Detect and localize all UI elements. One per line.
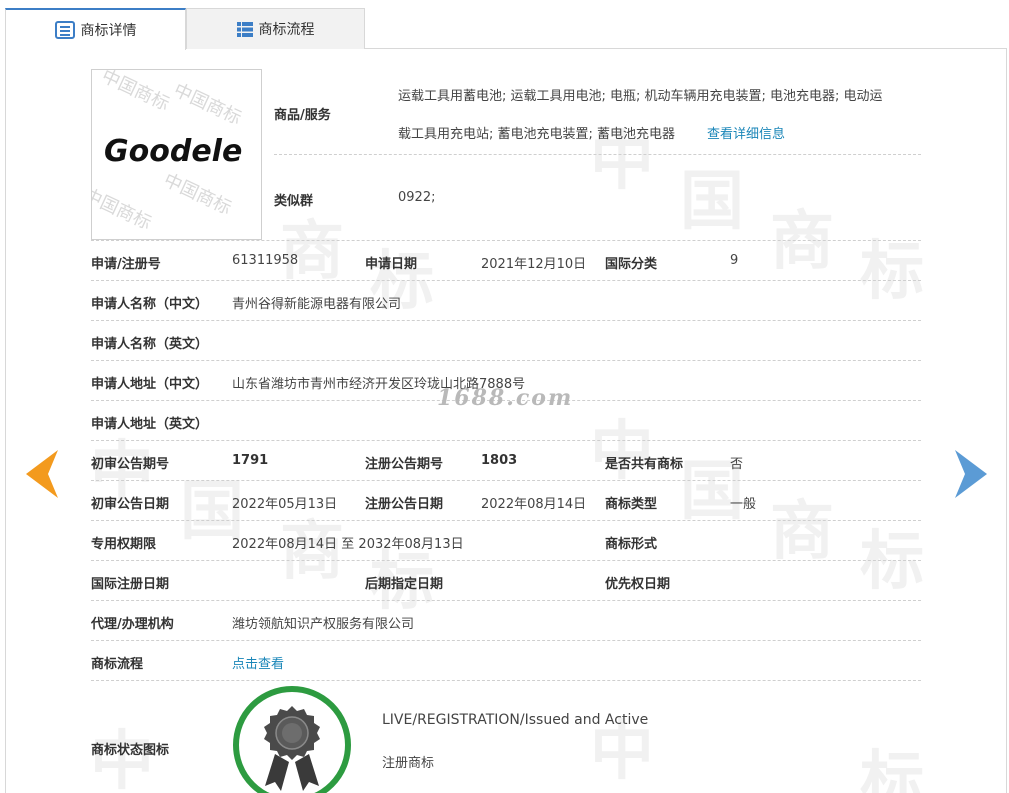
reg-number-value: 61311958 — [232, 253, 299, 268]
similar-group-label: 类似群 — [274, 194, 314, 209]
shared-value: 否 — [730, 457, 744, 472]
divider — [91, 240, 921, 241]
divider — [274, 154, 921, 155]
status-chinese: 注册商标 — [382, 756, 435, 771]
prelim-date-value: 2022年05月13日 — [232, 497, 338, 512]
prev-arrow-icon[interactable] — [26, 450, 60, 502]
priority-date-label: 优先权日期 — [605, 577, 671, 592]
divider — [91, 480, 921, 481]
award-ribbon-icon — [264, 706, 320, 791]
list-icon — [236, 21, 253, 37]
divider — [91, 560, 921, 561]
similar-group-value: 0922; — [398, 190, 436, 205]
exclusive-period-label: 专用权期限 — [91, 537, 157, 552]
tab-label: 商标详情 — [80, 23, 137, 39]
divider — [91, 360, 921, 361]
divider — [91, 320, 921, 321]
apply-date-label: 申请日期 — [365, 257, 418, 272]
agent-label: 代理/办理机构 — [91, 617, 174, 632]
watermark-glyph: 标 — [860, 234, 924, 309]
tab-label: 商标流程 — [258, 22, 315, 38]
divider — [91, 440, 921, 441]
tab-trademark-details[interactable]: 商标详情 — [5, 8, 186, 50]
goods-label: 商品/服务 — [274, 108, 331, 123]
address-en-label: 申请人地址（英文） — [91, 417, 209, 432]
watermark-glyph: 商 — [770, 494, 834, 569]
view-details-link[interactable]: 查看详细信息 — [707, 123, 785, 142]
watermark-glyph: 国 — [680, 164, 744, 239]
status-english: LIVE/REGISTRATION/Issued and Active — [382, 712, 649, 728]
watermark-glyph: 商 — [770, 204, 834, 279]
applicant-en-label: 申请人名称（英文） — [91, 337, 209, 352]
prelim-issue-value: 1791 — [232, 453, 269, 468]
watermark-glyph: 商 — [280, 214, 344, 289]
mark-form-label: 商标形式 — [605, 537, 658, 552]
divider — [91, 640, 921, 641]
agent-value: 潍坊领航知识产权服务有限公司 — [232, 617, 415, 632]
applicant-cn-label: 申请人名称（中文） — [91, 297, 209, 312]
address-cn-label: 申请人地址（中文） — [91, 377, 209, 392]
exclusive-period-value: 2022年08月14日 至 2032年08月13日 — [232, 537, 464, 552]
next-arrow-icon[interactable] — [953, 450, 987, 502]
process-label: 商标流程 — [91, 657, 144, 672]
trademark-logo-text: Goodele — [104, 134, 243, 169]
reg-date-value: 2022年08月14日 — [481, 497, 587, 512]
shared-label: 是否共有商标 — [605, 457, 684, 472]
document-list-icon — [54, 21, 75, 39]
site-watermark: 1688.com — [437, 385, 574, 411]
apply-date-value: 2021年12月10日 — [481, 257, 587, 272]
prelim-issue-label: 初审公告期号 — [91, 457, 170, 472]
intl-class-value: 9 — [730, 253, 739, 268]
watermark-glyph: 中 — [590, 414, 654, 489]
intl-reg-date-label: 国际注册日期 — [91, 577, 170, 592]
reg-date-label: 注册公告日期 — [365, 497, 444, 512]
status-badge — [233, 686, 351, 793]
process-view-link[interactable]: 点击查看 — [232, 653, 284, 672]
tab-trademark-process[interactable]: 商标流程 — [186, 8, 365, 49]
divider — [91, 600, 921, 601]
prelim-date-label: 初审公告日期 — [91, 497, 170, 512]
goods-line-1: 运载工具用蓄电池; 运载工具用电池; 电瓶; 机动车辆用充电装置; 电池充电器;… — [398, 89, 883, 104]
tab-bar: 商标详情 商标流程 — [5, 8, 1007, 50]
trademark-image: 中国商标 中国商标 中国商标 中国商标 Goodele — [91, 69, 262, 240]
mark-type-label: 商标类型 — [605, 497, 658, 512]
goods-line-2: 载工具用充电站; 蓄电池充电装置; 蓄电池充电器 — [398, 127, 676, 142]
watermark-glyph: 标 — [860, 524, 924, 599]
applicant-cn-value: 青州谷得新能源电器有限公司 — [232, 297, 402, 312]
divider — [91, 680, 921, 681]
divider — [91, 280, 921, 281]
reg-issue-value: 1803 — [481, 453, 518, 468]
mark-type-value: 一般 — [730, 497, 757, 512]
later-date-label: 后期指定日期 — [365, 577, 444, 592]
reg-number-label: 申请/注册号 — [91, 257, 161, 272]
intl-class-label: 国际分类 — [605, 257, 658, 272]
reg-issue-label: 注册公告期号 — [365, 457, 444, 472]
divider — [91, 520, 921, 521]
status-label: 商标状态图标 — [91, 743, 170, 758]
watermark-glyph: 标 — [860, 744, 924, 793]
